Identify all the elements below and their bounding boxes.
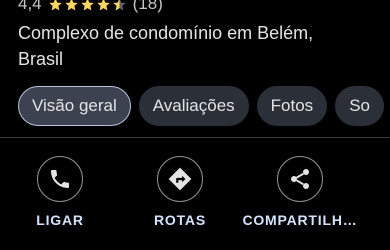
place-location-line: Brasil <box>18 49 64 69</box>
review-count: (18) <box>132 0 163 13</box>
place-type-line: Complexo de condomínio em Belém, <box>18 23 314 43</box>
place-category: Complexo de condomínio em Belém, Brasil <box>18 20 358 72</box>
rating-stars <box>48 0 127 12</box>
action-buttons: LIGAR ROTAS COMPARTILH… <box>0 156 390 250</box>
star-icon <box>96 0 110 10</box>
directions-button[interactable]: ROTAS <box>120 156 240 228</box>
star-icon <box>64 0 78 10</box>
call-circle[interactable] <box>37 156 83 202</box>
share-button[interactable]: COMPARTILH… <box>240 156 360 228</box>
star-icon <box>48 0 62 10</box>
star-icon <box>80 0 94 10</box>
place-panel: 4,4 (18) Complexo de condomínio em Belém… <box>0 0 390 250</box>
tab-bar: Visão geral Avaliações Fotos So <box>18 86 384 128</box>
share-circle[interactable] <box>277 156 323 202</box>
divider <box>0 137 390 138</box>
call-button[interactable]: LIGAR <box>0 156 120 228</box>
call-label: LIGAR <box>36 212 84 228</box>
tab-reviews[interactable]: Avaliações <box>138 86 249 126</box>
tab-photos[interactable]: Fotos <box>256 86 328 126</box>
tab-overview[interactable]: Visão geral <box>18 86 131 126</box>
tab-more[interactable]: So <box>335 86 384 126</box>
rating-value: 4,4 <box>18 0 42 13</box>
directions-icon <box>168 167 192 191</box>
share-icon <box>291 169 309 189</box>
half-star-icon <box>112 0 126 10</box>
directions-circle[interactable] <box>157 156 203 202</box>
directions-label: ROTAS <box>154 212 206 228</box>
rating-row[interactable]: 4,4 (18) <box>18 0 163 14</box>
share-label: COMPARTILH… <box>242 212 358 228</box>
phone-icon <box>51 170 69 188</box>
